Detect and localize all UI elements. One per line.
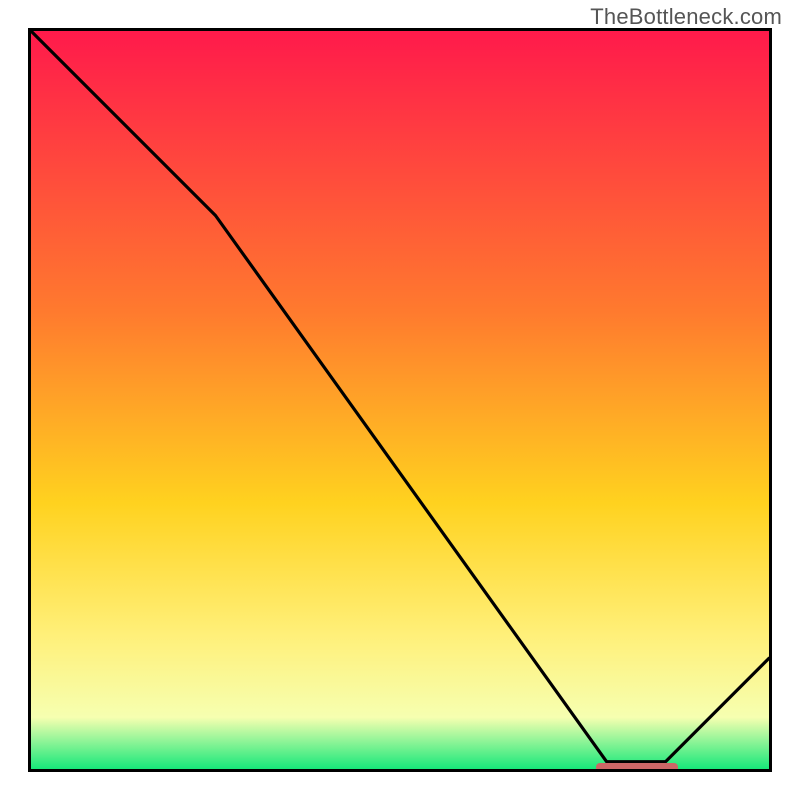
optimal-range-marker — [596, 763, 678, 772]
plot-svg — [31, 31, 769, 769]
watermark-text: TheBottleneck.com — [590, 4, 782, 30]
plot-area — [28, 28, 772, 772]
chart-frame: TheBottleneck.com — [0, 0, 800, 800]
